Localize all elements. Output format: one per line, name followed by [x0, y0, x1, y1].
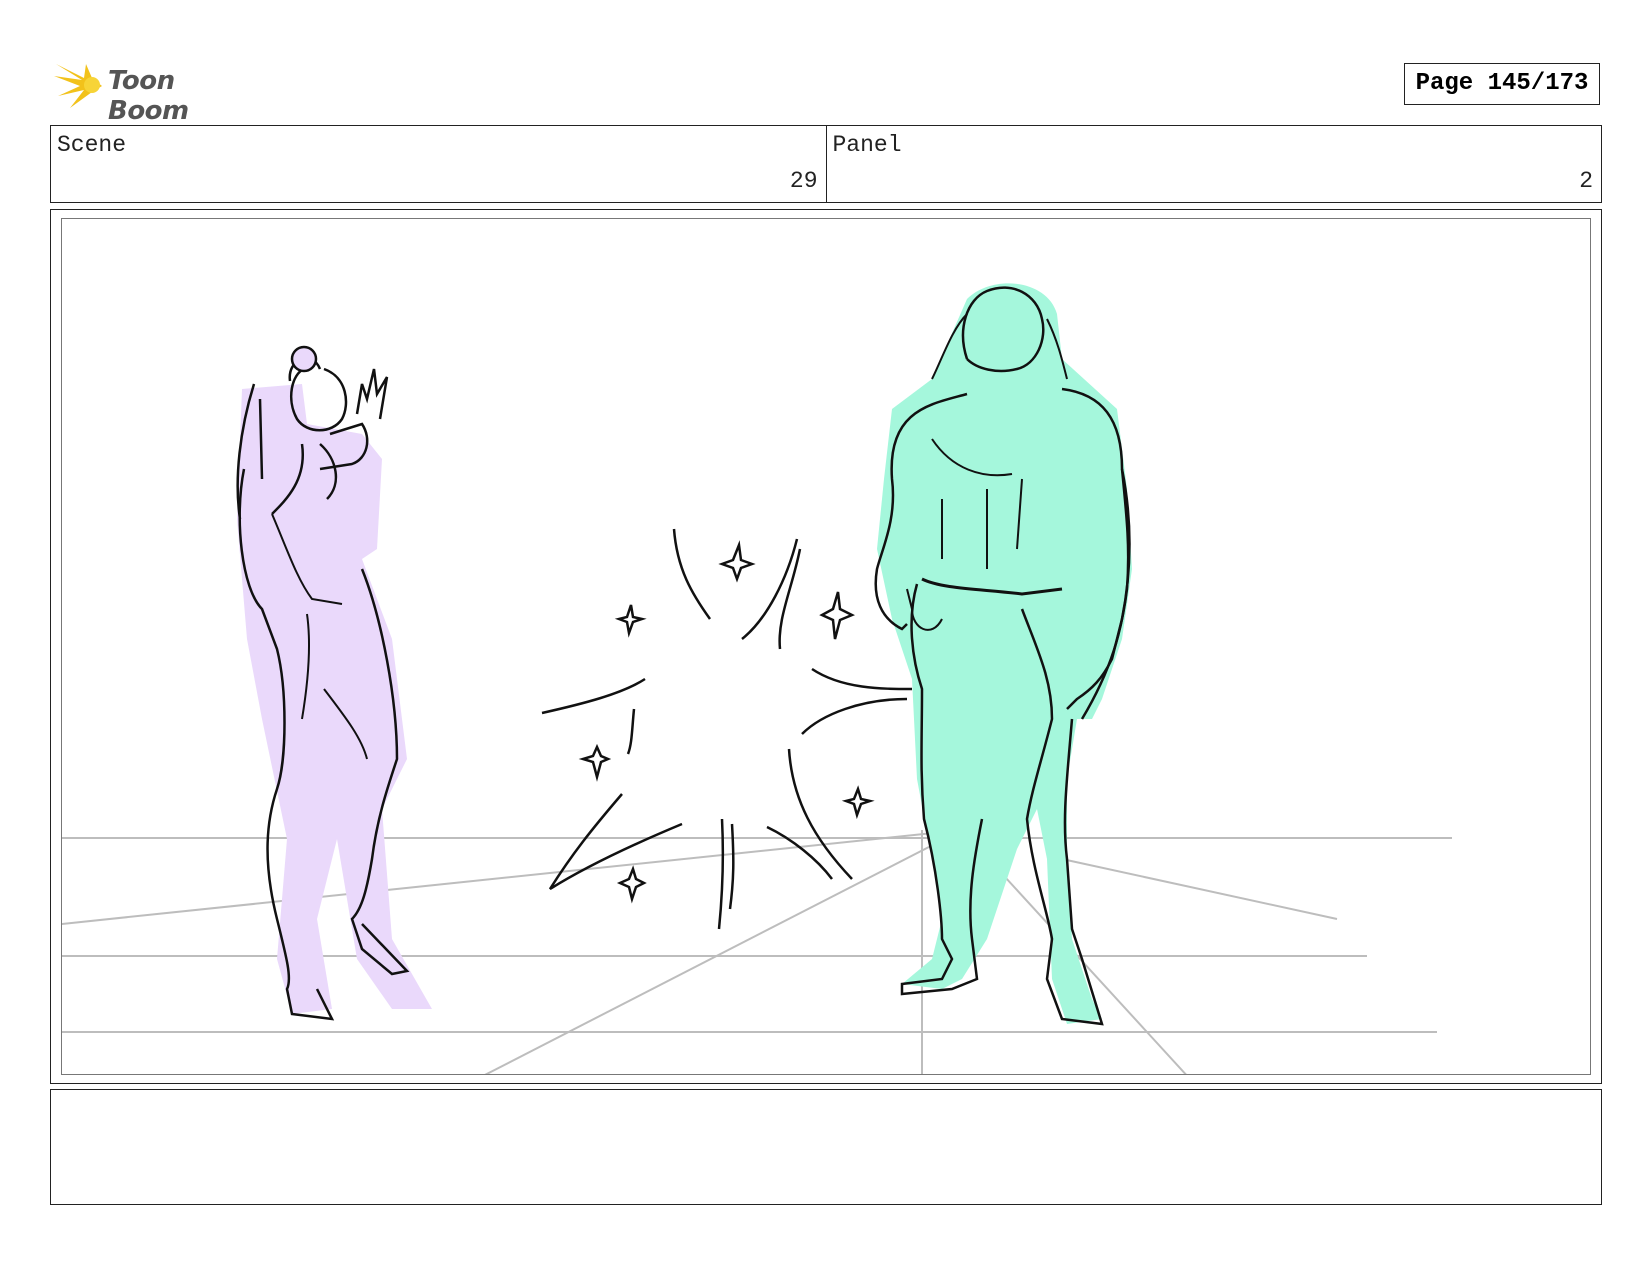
page-number: Page 145/173 [1404, 63, 1600, 105]
scene-cell: Scene 29 [51, 126, 826, 202]
scene-panel-header: Scene 29 Panel 2 [50, 125, 1602, 203]
scene-number: 29 [789, 168, 818, 194]
right-character-sketch [874, 283, 1132, 1026]
starburst-logo-icon [54, 64, 102, 108]
panel-drawing-area [61, 218, 1591, 1075]
panel-label: Panel [832, 132, 902, 158]
storyboard-panel [50, 209, 1602, 1084]
panel-notes-box [50, 1089, 1602, 1205]
panel-cell: Panel 2 [825, 126, 1602, 202]
panel-number: 2 [1579, 168, 1593, 194]
toon-boom-logo: Toon Boom [52, 56, 262, 126]
panel-sketch [62, 283, 1452, 1074]
left-character-sketch [236, 345, 432, 1021]
floor-grid-guides [62, 829, 1452, 1074]
brand-name: Toon Boom [108, 66, 189, 126]
scene-label: Scene [57, 132, 127, 158]
